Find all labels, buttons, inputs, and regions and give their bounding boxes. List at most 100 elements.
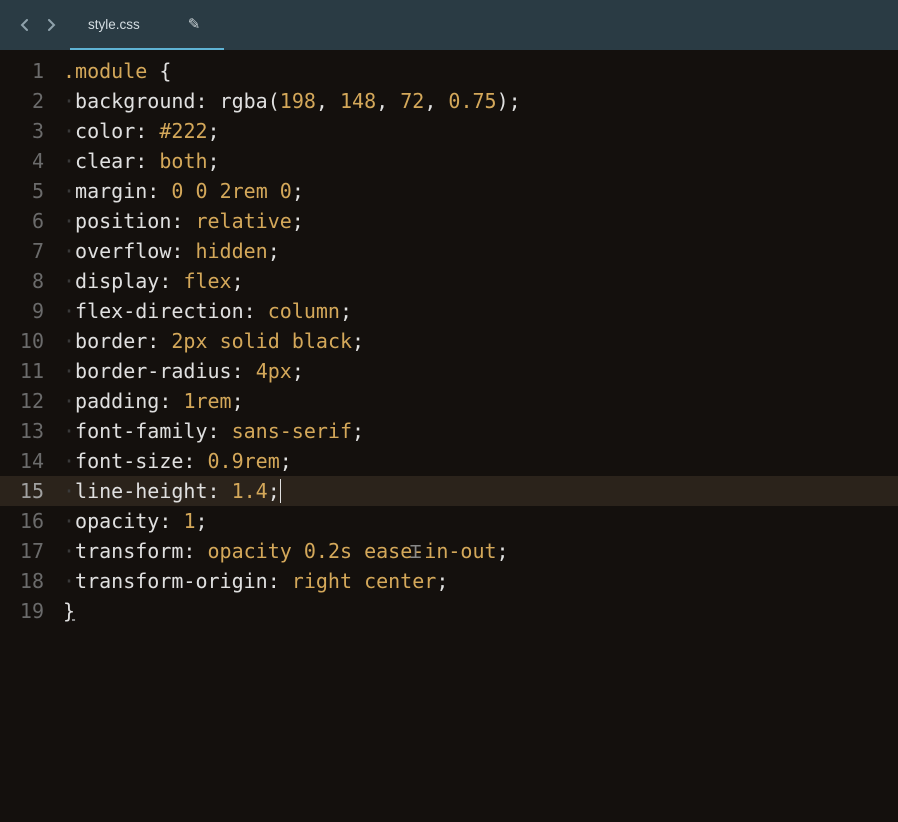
token: ;	[208, 149, 220, 173]
token: :	[268, 569, 292, 593]
line-number-gutter: 12345678910111213141516171819	[0, 50, 55, 822]
token	[183, 179, 195, 203]
code-line[interactable]: .module {	[55, 56, 898, 86]
indent-whitespace: ·	[63, 539, 75, 563]
line-number: 2	[0, 86, 55, 116]
token: transform-origin	[75, 569, 268, 593]
code-line[interactable]: ·line-height: 1.4;	[55, 476, 898, 506]
line-number: 13	[0, 416, 55, 446]
line-number: 6	[0, 206, 55, 236]
token: font-family	[75, 419, 207, 443]
line-number: 17	[0, 536, 55, 566]
indent-whitespace: ·	[63, 269, 75, 293]
indent-whitespace: ·	[63, 239, 75, 263]
line-number: 14	[0, 446, 55, 476]
indent-whitespace: ·	[63, 479, 75, 503]
token: :	[183, 449, 207, 473]
token: ,	[376, 89, 400, 113]
token: :	[135, 119, 159, 143]
token: 0.2s	[304, 539, 352, 563]
token: 2px	[171, 329, 207, 353]
token: .module	[63, 59, 147, 83]
indent-whitespace: ·	[63, 359, 75, 383]
token: transform	[75, 539, 183, 563]
code-line[interactable]: ·transform-origin: right center;	[55, 566, 898, 596]
code-line[interactable]: ·font-size: 0.9rem;	[55, 446, 898, 476]
token: padding	[75, 389, 159, 413]
token: :	[159, 269, 183, 293]
token: ;	[292, 179, 304, 203]
nav-arrows	[6, 0, 70, 50]
token: :	[147, 329, 171, 353]
code-line[interactable]: ·background: rgba(198, 148, 72, 0.75);	[55, 86, 898, 116]
code-line[interactable]: ·font-family: sans-serif;	[55, 416, 898, 446]
indent-whitespace: ·	[63, 389, 75, 413]
token: :	[159, 389, 183, 413]
token: :	[244, 299, 268, 323]
line-number: 16	[0, 506, 55, 536]
code-line[interactable]: }	[55, 596, 898, 626]
token	[352, 569, 364, 593]
token: flex-direction	[75, 299, 244, 323]
chevron-right-icon	[45, 19, 57, 31]
tab-style-css[interactable]: style.css ✎	[70, 0, 224, 50]
token: ,	[424, 89, 448, 113]
token: 0	[195, 179, 207, 203]
code-line[interactable]: ·border: 2px solid black;	[55, 326, 898, 356]
code-line[interactable]: ·position: relative;	[55, 206, 898, 236]
code-line[interactable]: ·margin: 0 0 2rem 0;	[55, 176, 898, 206]
token: 0	[280, 179, 292, 203]
token: right	[292, 569, 352, 593]
code-line[interactable]: ·overflow: hidden;	[55, 236, 898, 266]
token: position	[75, 209, 171, 233]
code-line[interactable]: ·border-radius: 4px;	[55, 356, 898, 386]
token: ;	[268, 239, 280, 263]
indent-whitespace: ·	[63, 149, 75, 173]
line-number: 12	[0, 386, 55, 416]
token: relative	[195, 209, 291, 233]
token: 148	[340, 89, 376, 113]
code-line[interactable]: ·transform: opacity 0.2s ease-in-out;Ꮖ	[55, 536, 898, 566]
token: solid	[220, 329, 280, 353]
token: border	[75, 329, 147, 353]
code-line[interactable]: ·color: #222;	[55, 116, 898, 146]
token: {	[147, 59, 171, 83]
nav-forward-button[interactable]	[40, 14, 62, 36]
token: color	[75, 119, 135, 143]
token: ;	[497, 539, 509, 563]
token: line-height	[75, 479, 207, 503]
token: border-radius	[75, 359, 232, 383]
token: ;	[352, 419, 364, 443]
token: flex	[183, 269, 231, 293]
token: overflow	[75, 239, 171, 263]
code-line[interactable]: ·padding: 1rem;	[55, 386, 898, 416]
token: clear	[75, 149, 135, 173]
code-area[interactable]: .module {·background: rgba(198, 148, 72,…	[55, 50, 898, 822]
code-line[interactable]: ·opacity: 1;	[55, 506, 898, 536]
code-editor[interactable]: 12345678910111213141516171819 .module {·…	[0, 50, 898, 822]
token	[292, 539, 304, 563]
tab-modified-icon: ✎	[188, 15, 201, 33]
token: ;	[232, 389, 244, 413]
code-line[interactable]: ·flex-direction: column;	[55, 296, 898, 326]
indent-whitespace: ·	[63, 209, 75, 233]
token: ;	[232, 269, 244, 293]
line-number: 18	[0, 566, 55, 596]
token: :	[232, 359, 256, 383]
line-number: 15	[0, 476, 55, 506]
code-line[interactable]: ·clear: both;	[55, 146, 898, 176]
token: display	[75, 269, 159, 293]
token: ;	[352, 329, 364, 353]
token	[268, 179, 280, 203]
indent-whitespace: ·	[63, 569, 75, 593]
token: 4px	[256, 359, 292, 383]
token: ease-in-out	[364, 539, 496, 563]
indent-whitespace: ·	[63, 329, 75, 353]
text-caret	[280, 479, 281, 503]
token: column	[268, 299, 340, 323]
line-number: 7	[0, 236, 55, 266]
code-line[interactable]: ·display: flex;	[55, 266, 898, 296]
nav-back-button[interactable]	[14, 14, 36, 36]
token: :	[195, 89, 219, 113]
token: sans-serif	[232, 419, 352, 443]
